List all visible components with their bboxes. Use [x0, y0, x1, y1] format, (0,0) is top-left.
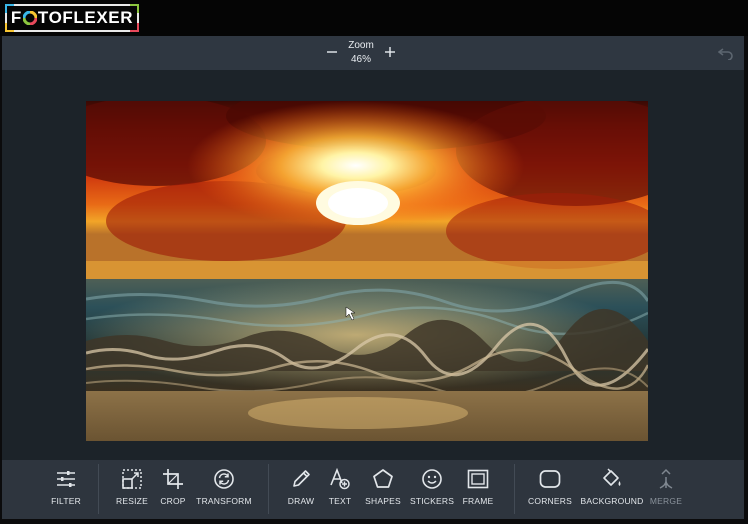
toolbar-divider [98, 464, 99, 514]
rounded-rect-icon [539, 470, 561, 488]
zoom-value: 46% [350, 54, 371, 65]
paint-bucket-icon [603, 468, 621, 486]
stickers-label: STICKERS [409, 496, 455, 506]
pentagon-icon [373, 469, 393, 488]
logo-letter-f: F [10, 8, 22, 27]
corners-label: CORNERS [528, 496, 572, 506]
editor-canvas[interactable] [2, 70, 744, 460]
app-header: F TOFLEXER [0, 0, 748, 36]
sliders-icon [57, 471, 75, 487]
text-icon [330, 468, 350, 490]
resize-tool-button[interactable]: RESIZE [114, 468, 150, 514]
stickers-tool-button[interactable]: STICKERS [410, 468, 454, 514]
bottom-toolbar: FILTER RESIZE CROP TRANSFORM DRAW TEXT S… [2, 460, 744, 519]
merge-label: MERGE [649, 496, 683, 506]
text-label: TEXT [328, 496, 352, 506]
shapes-label: SHAPES [365, 496, 401, 506]
draw-label: DRAW [287, 496, 315, 506]
frame-icon [467, 469, 489, 489]
text-tool-button[interactable]: TEXT [323, 468, 357, 514]
background-tool-button[interactable]: BACKGROUND [580, 468, 644, 514]
logo-aperture-icon [22, 11, 37, 25]
filter-label: FILTER [51, 496, 81, 506]
shapes-tool-button[interactable]: SHAPES [363, 468, 403, 514]
transform-tool-button[interactable]: TRANSFORM [195, 468, 253, 514]
crop-icon [163, 469, 183, 489]
fotoflexer-logo[interactable]: F TOFLEXER [5, 4, 139, 32]
undo-icon[interactable] [718, 46, 734, 60]
draw-tool-button[interactable]: DRAW [284, 468, 318, 514]
photo-sunset-ocean[interactable] [86, 101, 648, 441]
resize-label: RESIZE [116, 496, 148, 506]
zoom-in-button[interactable] [380, 42, 400, 62]
frame-label: FRAME [462, 496, 494, 506]
zoom-label: Zoom [348, 40, 374, 51]
transform-label: TRANSFORM [196, 496, 252, 506]
resize-icon [122, 469, 142, 489]
transform-icon [214, 469, 234, 489]
zoom-out-button[interactable] [322, 42, 342, 62]
background-label: BACKGROUND [580, 496, 644, 506]
minus-icon [327, 51, 337, 53]
smiley-icon [422, 469, 442, 489]
filter-tool-button[interactable]: FILTER [48, 468, 84, 514]
toolbar-divider [268, 464, 269, 514]
corners-tool-button[interactable]: CORNERS [528, 468, 572, 514]
plus-icon [385, 47, 395, 57]
crop-label: CROP [160, 496, 186, 506]
logo-wordmark: TOFLEXER [37, 8, 134, 27]
frame-tool-button[interactable]: FRAME [459, 468, 497, 514]
merge-tool-button[interactable]: MERGE [648, 468, 684, 514]
pencil-icon [293, 470, 310, 487]
toolbar-divider [514, 464, 515, 514]
crop-tool-button[interactable]: CROP [155, 468, 191, 514]
zoom-bar: Zoom 46% [2, 36, 744, 70]
merge-icon [659, 468, 673, 489]
